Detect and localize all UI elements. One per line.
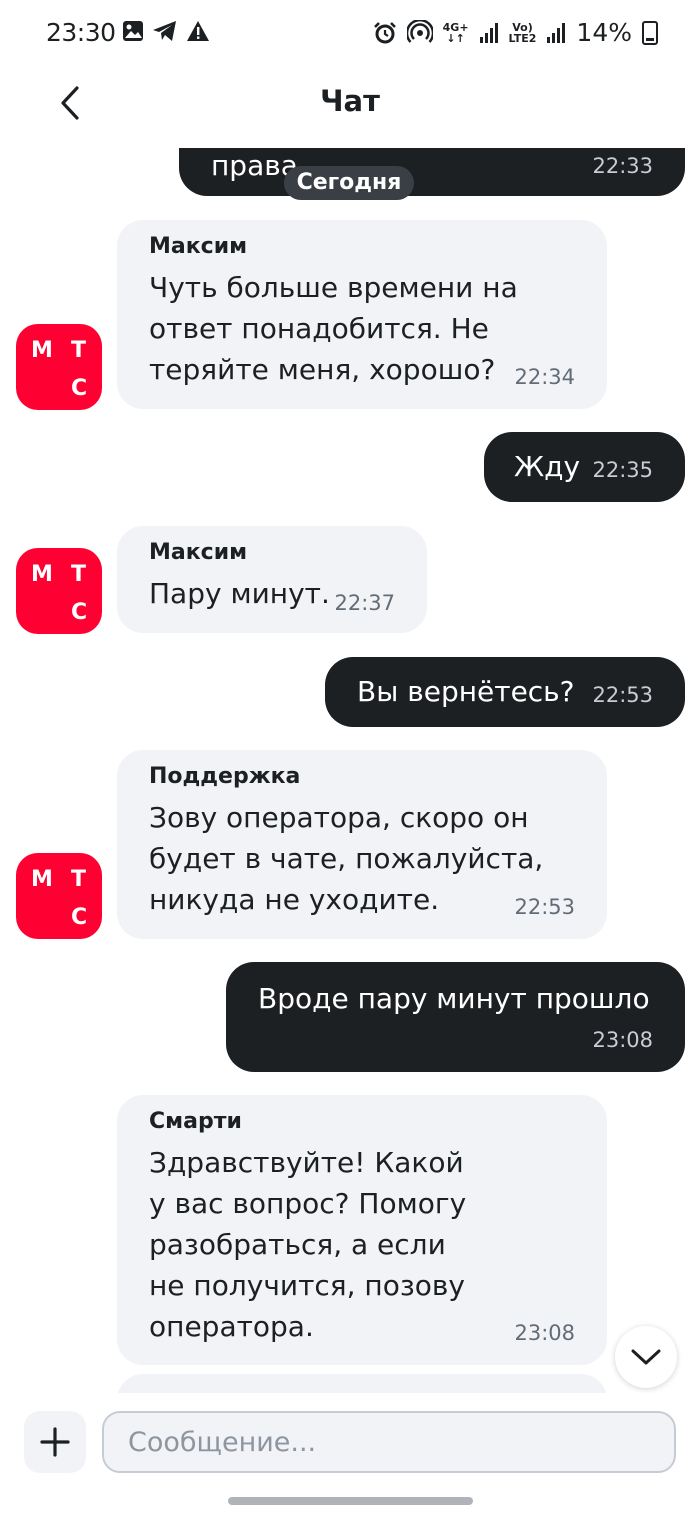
- status-bar: 23:30 4G+ ↓↑ Vo) LTE2 14%: [0, 0, 700, 68]
- date-separator: Сегодня: [284, 166, 414, 200]
- message-sender: Максим: [149, 234, 248, 259]
- telegram-icon: [153, 21, 176, 41]
- avatar: М Т С: [16, 324, 102, 410]
- message-text: Зову оператора, скоро он будет в чате, п…: [149, 801, 544, 916]
- plus-icon: [40, 1427, 70, 1457]
- message-text: Вы вернётесь?: [357, 675, 575, 708]
- battery-icon: [642, 20, 658, 45]
- volte-label: Vo) LTE2: [508, 20, 537, 45]
- chat-header: Чат: [0, 68, 700, 148]
- message-sender: Смарти: [149, 1109, 242, 1134]
- scroll-to-bottom-button[interactable]: [615, 1326, 677, 1388]
- signal-icon: [547, 22, 566, 43]
- message-time: 22:53: [592, 683, 653, 707]
- message-time: 22:33: [592, 154, 653, 178]
- warning-icon: [187, 21, 209, 41]
- hotspot-icon: [406, 19, 433, 43]
- message-incoming[interactable]: Максим Пару минут. 22:37: [117, 526, 427, 633]
- message-outgoing[interactable]: Жду 22:35: [484, 432, 685, 502]
- message-text: Пару минут.: [149, 577, 330, 610]
- message-outgoing[interactable]: права 22:33: [179, 148, 685, 196]
- message-time: 22:35: [592, 458, 653, 482]
- message-time: 22:53: [514, 895, 575, 919]
- attach-button[interactable]: [24, 1411, 86, 1473]
- image-icon: [123, 21, 143, 41]
- message-time: 22:37: [334, 591, 395, 615]
- signal-icon: [479, 22, 498, 43]
- message-time: 22:34: [514, 365, 575, 389]
- avatar: М Т С: [16, 548, 102, 634]
- chat-messages[interactable]: права 22:33 Сегодня М Т С Максим Чуть бо…: [0, 148, 700, 1393]
- message-outgoing[interactable]: Вроде пару минут прошло 23:08: [226, 962, 685, 1072]
- message-text: Чуть больше времени на ответ понадобится…: [149, 271, 518, 386]
- avatar: М Т С: [16, 853, 102, 939]
- message-text: Вроде пару минут прошло: [258, 982, 650, 1015]
- message-sender: Поддержка: [149, 764, 301, 789]
- message-incoming[interactable]: Максим Чуть больше времени на ответ пона…: [117, 220, 607, 409]
- status-time: 23:30: [46, 18, 116, 47]
- message-sender: Максим: [149, 540, 248, 565]
- message-text: Здравствуйте! Какой у вас вопрос? Помогу…: [149, 1146, 467, 1343]
- message-incoming[interactable]: [117, 1374, 607, 1393]
- network-type: 4G+ ↓↑: [442, 20, 469, 45]
- chevron-down-icon: [631, 1349, 661, 1365]
- message-input[interactable]: [102, 1411, 676, 1473]
- message-time: 23:08: [514, 1321, 575, 1345]
- message-incoming[interactable]: Поддержка Зову оператора, скоро он будет…: [117, 750, 607, 939]
- alarm-icon: [373, 21, 396, 43]
- home-indicator[interactable]: [228, 1497, 473, 1505]
- message-incoming[interactable]: Смарти Здравствуйте! Какой у вас вопрос?…: [117, 1095, 607, 1365]
- message-outgoing[interactable]: Вы вернётесь? 22:53: [325, 657, 685, 727]
- message-text: Жду: [514, 450, 581, 483]
- battery-percent: 14%: [576, 18, 632, 47]
- page-title: Чат: [320, 84, 380, 118]
- message-time: 23:08: [592, 1028, 653, 1052]
